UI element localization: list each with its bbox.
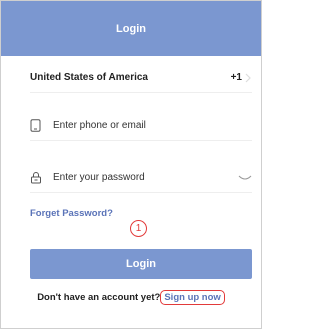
login-button[interactable]: Login: [30, 249, 252, 279]
annotation-marker-number: 1: [135, 223, 142, 234]
country-name: United States of America: [30, 72, 148, 83]
lock-icon: [30, 171, 42, 184]
sign-up-link[interactable]: Sign up now: [160, 290, 225, 305]
password-placeholder: Enter your password: [53, 172, 145, 183]
header-bar: Login: [1, 1, 261, 56]
login-button-label: Login: [126, 258, 156, 270]
phone-email-field[interactable]: Enter phone or email: [30, 111, 252, 141]
eye-closed-icon[interactable]: [238, 174, 252, 182]
signup-prompt: Don't have an account yet?: [37, 292, 161, 303]
country-code: +1: [230, 72, 242, 83]
country-selector[interactable]: United States of America +1: [30, 63, 252, 93]
annotation-marker: 1: [130, 220, 147, 237]
page-title: Login: [116, 22, 146, 35]
phone-icon: [30, 119, 42, 132]
forget-password-link[interactable]: Forget Password?: [30, 208, 113, 219]
password-field[interactable]: Enter your password: [30, 163, 252, 193]
signup-row: Don't have an account yet? Sign up now: [0, 290, 262, 305]
phone-email-placeholder: Enter phone or email: [53, 120, 146, 131]
chevron-right-icon: [245, 73, 251, 82]
